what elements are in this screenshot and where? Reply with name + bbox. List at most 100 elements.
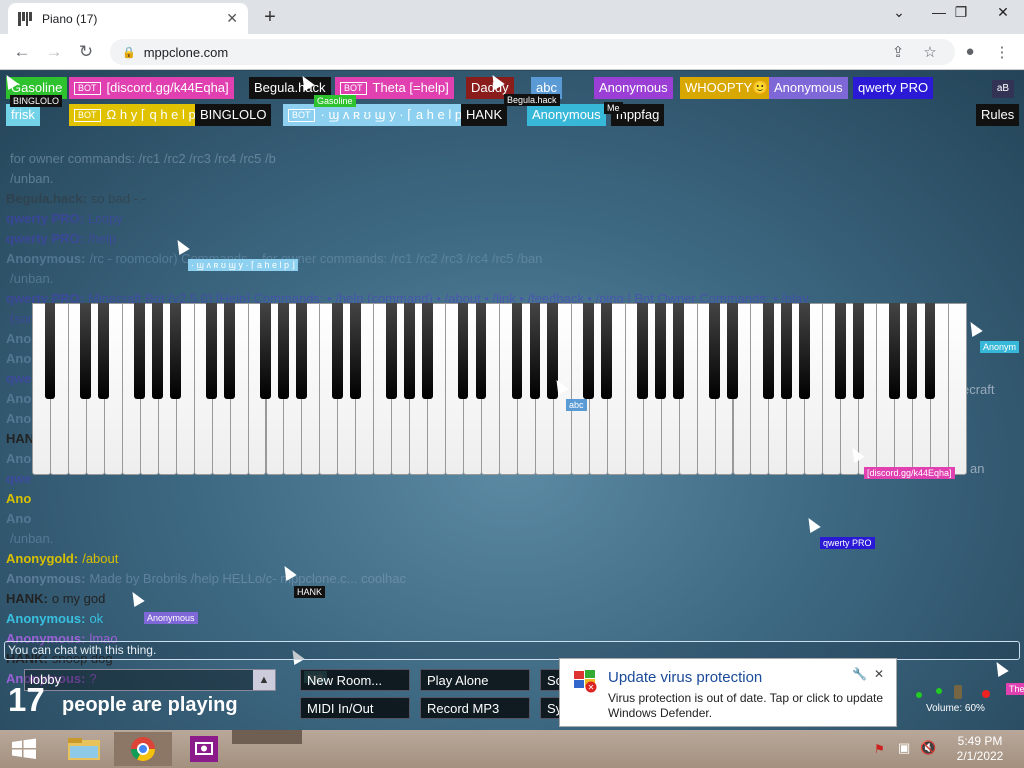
user-tag[interactable]: BOT [discord.gg/k44Eqha] <box>69 77 234 99</box>
rules-button[interactable]: Rules <box>976 104 1020 126</box>
windows-defender-flag-icon: ✕ <box>574 670 597 693</box>
bookmark-star-icon[interactable]: ☆ <box>920 43 940 61</box>
black-key[interactable] <box>224 303 235 399</box>
windows-start-icon[interactable] <box>0 732 48 766</box>
cursor-tag-discord: [discord.gg/k44Eqha] <box>864 467 955 479</box>
speaker-muted-icon[interactable]: 🔇 <box>920 740 936 756</box>
address-bar[interactable]: 🔒 mppclone.com <box>110 39 955 65</box>
user-tag[interactable]: HANK <box>461 104 508 126</box>
play-alone-button[interactable]: Play Alone <box>420 669 530 691</box>
black-key[interactable] <box>583 303 595 399</box>
new-room-button[interactable]: New Room... <box>300 669 410 691</box>
black-key[interactable] <box>152 303 164 399</box>
chat-message: for owner commands: /rc1 /rc2 /rc3 /rc4 … <box>6 149 1016 169</box>
camera-app-icon[interactable] <box>176 732 236 766</box>
black-key[interactable] <box>80 303 92 399</box>
black-key[interactable] <box>906 303 918 399</box>
record-mp3-button[interactable]: Record MP3 <box>420 697 530 719</box>
black-key[interactable] <box>924 303 936 399</box>
chat-message: qwerty PRO: Lcopy <box>6 209 1016 229</box>
taskbar-clock[interactable]: 5:49 PM 2/1/2022 <box>940 734 1020 764</box>
black-key[interactable] <box>637 303 649 399</box>
user-tag[interactable]: Anonymous <box>769 77 848 99</box>
tab-search-icon[interactable]: ⌄ <box>884 4 914 21</box>
user-tag[interactable]: Anonymous <box>527 104 606 126</box>
piano-keyboard[interactable] <box>32 303 967 475</box>
url-text: mppclone.com <box>143 44 229 60</box>
black-key[interactable] <box>206 303 217 399</box>
room-selector[interactable]: lobby ▲ <box>24 669 276 691</box>
user-tag[interactable]: frisk <box>6 104 40 126</box>
defender-notification[interactable]: ✕ Update virus protection Virus protecti… <box>559 658 897 727</box>
white-key[interactable] <box>948 303 967 475</box>
close-window-button[interactable]: ✕ <box>988 4 1018 21</box>
black-key[interactable] <box>601 303 613 399</box>
black-key[interactable] <box>780 303 792 399</box>
browser-toolbar: ← → ↻ 🔒 mppclone.com ⇪ ☆ ● ⋮ <box>0 34 1024 70</box>
browser-tab[interactable]: Piano (17) ✕ <box>8 3 248 34</box>
own-avatar-badge[interactable]: aB <box>992 80 1014 98</box>
user-tag[interactable]: BOT · ϣ ᴧ ʀ ʊ ϣ y · ⌈ a h e l p ⌋ <box>283 104 476 126</box>
black-key[interactable] <box>296 303 307 399</box>
volume-knob-icon[interactable] <box>954 685 962 699</box>
black-key[interactable] <box>888 303 900 399</box>
maximize-button[interactable]: ❐ <box>946 4 976 21</box>
black-key[interactable] <box>403 303 415 399</box>
black-key[interactable] <box>727 303 738 399</box>
chat-message: Ano <box>6 509 1016 529</box>
piano-room: Gasoline BOT [discord.gg/k44Eqha] Begula.ha… <box>0 71 1024 730</box>
chrome-icon[interactable] <box>114 732 172 766</box>
share-icon[interactable]: ⇪ <box>888 43 908 61</box>
black-key[interactable] <box>134 303 146 399</box>
chat-text: /rc - roomcolor) Commands... for owner c… <box>89 251 543 266</box>
action-center-icon[interactable]: ⚑ <box>874 742 885 756</box>
menu-kebab-icon[interactable]: ⋮ <box>992 43 1012 61</box>
user-tag[interactable]: WHOOPTY🙂 <box>680 77 774 99</box>
black-key[interactable] <box>798 303 810 399</box>
black-key[interactable] <box>170 303 182 399</box>
forward-icon[interactable]: → <box>44 42 64 62</box>
black-key[interactable] <box>349 303 361 399</box>
black-key[interactable] <box>385 303 397 399</box>
chat-message: /unban. <box>6 269 1016 289</box>
new-tab-button[interactable]: + <box>260 6 280 29</box>
tab-title: Piano (17) <box>42 11 98 26</box>
caret-up-icon[interactable]: ▲ <box>253 670 275 690</box>
black-key[interactable] <box>331 303 343 399</box>
black-key[interactable] <box>260 303 271 399</box>
black-key[interactable] <box>709 303 720 399</box>
black-key[interactable] <box>655 303 667 399</box>
black-key[interactable] <box>421 303 433 399</box>
black-key[interactable] <box>511 303 523 399</box>
black-key[interactable] <box>278 303 289 399</box>
network-icon[interactable]: ▣ <box>898 740 910 756</box>
cursor-tag-qwerty: qwerty PRO <box>820 537 875 549</box>
profile-icon[interactable]: ● <box>960 43 980 60</box>
midi-button[interactable]: MIDI In/Out <box>300 697 410 719</box>
black-key[interactable] <box>763 303 774 399</box>
black-key[interactable] <box>529 303 541 399</box>
user-tag[interactable]: Anonymous <box>594 77 673 99</box>
black-key[interactable] <box>457 303 469 399</box>
back-icon[interactable]: ← <box>12 42 32 62</box>
close-tab-icon[interactable]: ✕ <box>226 10 238 27</box>
user-tag-name: Begula.hack <box>254 80 326 95</box>
bot-badge: BOT <box>74 82 101 96</box>
pin-icon[interactable]: 🔧 <box>852 667 867 681</box>
user-tag-name: qwerty PRO <box>858 80 929 95</box>
reload-icon[interactable]: ↻ <box>76 42 96 62</box>
chat-username: Ano <box>6 451 32 466</box>
file-explorer-icon[interactable] <box>56 732 116 766</box>
user-tag[interactable]: qwerty PRO <box>853 77 934 99</box>
user-tag[interactable]: BINGLOLO <box>195 104 272 126</box>
black-key[interactable] <box>852 303 864 399</box>
black-key[interactable] <box>475 303 487 399</box>
user-tag-name: abc <box>536 80 557 95</box>
user-tag[interactable]: BOT Ω h y ⌈ q h e l p ⌋ <box>69 104 210 126</box>
black-key[interactable] <box>44 303 56 399</box>
black-key[interactable] <box>834 303 846 399</box>
black-key[interactable] <box>673 303 684 399</box>
close-notification-icon[interactable]: ✕ <box>874 667 884 681</box>
black-key[interactable] <box>98 303 110 399</box>
cursor-tag-hank: HANK <box>294 586 326 598</box>
